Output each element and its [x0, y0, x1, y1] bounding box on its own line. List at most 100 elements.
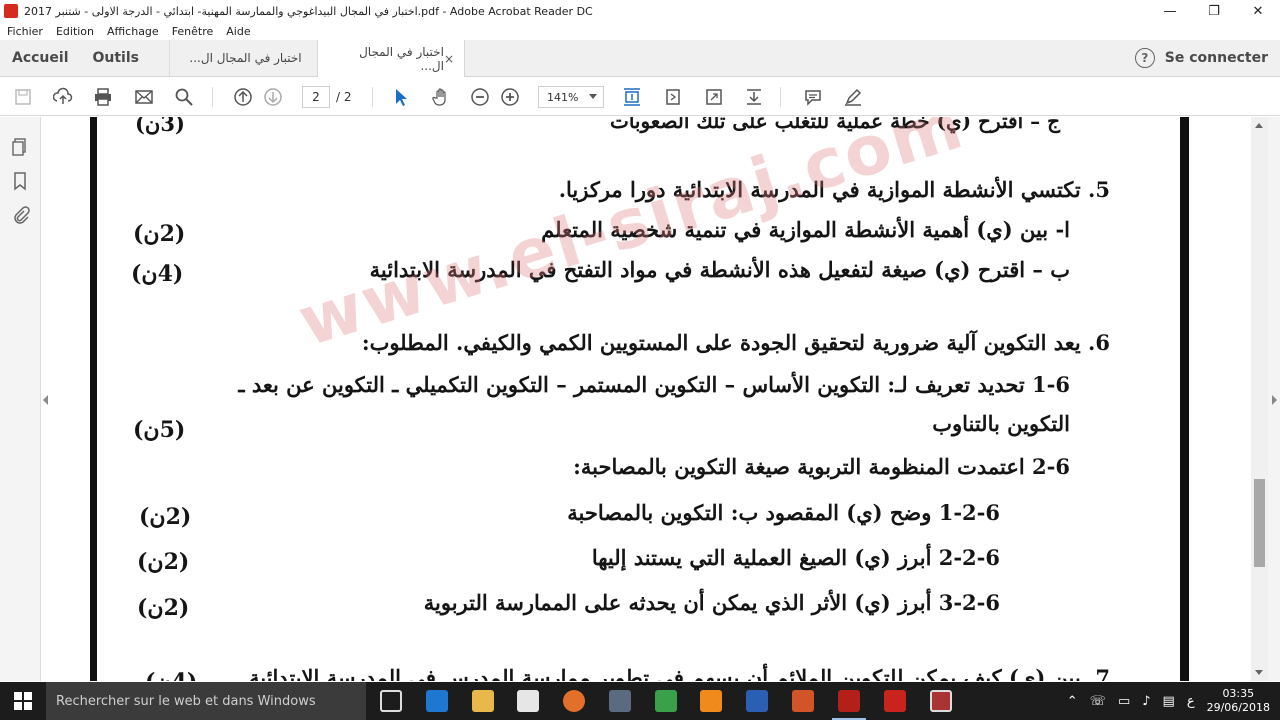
save-icon[interactable]	[12, 86, 34, 108]
file-explorer-icon[interactable]	[472, 690, 494, 712]
title-bar: اختبار في المجال البيداغوجي والممارسة ال…	[0, 0, 1280, 22]
network-icon[interactable]: ☏	[1090, 694, 1106, 709]
chevron-up-icon[interactable]: ⌃	[1067, 694, 1078, 709]
question-6-1-points: (5ن)	[133, 417, 186, 443]
word-icon[interactable]	[746, 690, 768, 712]
scroll-down-icon[interactable]	[1255, 670, 1263, 675]
zoom-out-icon[interactable]	[469, 86, 491, 108]
vertical-scrollbar[interactable]	[1251, 117, 1268, 681]
menu-fichier[interactable]: Fichier	[7, 25, 43, 38]
acrobat-icon-2[interactable]	[884, 690, 906, 712]
question-6-2-3-points: (2ن)	[137, 595, 190, 621]
hand-tool-icon[interactable]	[430, 86, 452, 108]
volume-icon[interactable]: ♪	[1142, 694, 1150, 709]
chevron-down-icon	[589, 94, 597, 99]
question-6-1-text: 1-6 تحديد تعريف لـ: التكوين الأساس – الت…	[238, 372, 1070, 397]
page-number-input[interactable]: 2	[302, 86, 330, 108]
help-icon[interactable]: ?	[1134, 48, 1155, 68]
highlight-pen-icon[interactable]	[842, 86, 864, 108]
tabs-bar: Accueil Outils اختبار في المجال ال... اخ…	[0, 40, 1280, 77]
document-tab[interactable]: اختبار في المجال ال...	[169, 40, 317, 76]
taskbar-search-input[interactable]: Rechercher sur le web et dans Windows	[46, 682, 366, 720]
question-7-points: (4ن)	[145, 669, 197, 681]
firefox-icon[interactable]	[563, 690, 585, 712]
rotate-page-icon[interactable]	[662, 86, 684, 108]
page-border-right	[1180, 117, 1189, 681]
question-6-2-3-text: 3-2-6 أبرز (ي) الأثر الذي يمكن أن يحدثه …	[423, 590, 1000, 615]
fit-page-icon[interactable]	[621, 86, 643, 108]
select-cursor-icon[interactable]	[390, 86, 412, 108]
document-tab-label: اختبار في المجال ال...	[189, 51, 302, 65]
restore-button[interactable]: ❐	[1192, 0, 1236, 22]
notifications-icon[interactable]: ▤	[1163, 694, 1175, 709]
start-button[interactable]	[0, 682, 46, 720]
tab-accueil[interactable]: Accueil	[0, 40, 81, 76]
vlc-icon[interactable]	[700, 690, 722, 712]
collapse-left-pane-icon[interactable]	[43, 395, 48, 405]
document-tab-active[interactable]: اختبار في المجال ال... ×	[317, 40, 465, 77]
task-view-icon[interactable]	[380, 690, 402, 712]
sign-in-button[interactable]: Se connecter	[1165, 50, 1268, 66]
bookmarks-icon[interactable]	[10, 171, 30, 191]
windows-logo-icon	[14, 692, 32, 710]
email-icon[interactable]	[133, 86, 155, 108]
question-6-2-1-text: 1-2-6 وضح (ي) المقصود ب: التكوين بالمصاح…	[567, 500, 1000, 525]
toolbar	[0, 78, 1280, 116]
page-total: / 2	[336, 90, 352, 104]
page-thumbnails-icon[interactable]	[10, 137, 30, 157]
clock-date: 29/06/2018	[1206, 701, 1270, 714]
system-tray: ⌃ ☏ ▭ ♪ ▤ ع 03:35 29/06/2018	[1061, 682, 1280, 720]
zoom-in-icon[interactable]	[499, 86, 521, 108]
window-title: اختبار في المجال البيداغوجي والممارسة ال…	[24, 4, 593, 18]
app-icon-green[interactable]	[655, 690, 677, 712]
attachments-icon[interactable]	[10, 205, 30, 225]
document-tab-label: اختبار في المجال ال...	[359, 44, 444, 73]
zoom-select[interactable]: 141%	[538, 86, 604, 108]
media-app-icon[interactable]	[930, 690, 952, 712]
full-screen-icon[interactable]	[703, 86, 725, 108]
menu-aide[interactable]: Aide	[226, 25, 250, 38]
question-5a-points: (2ن)	[133, 221, 186, 247]
question-6-2-2-points: (2ن)	[137, 549, 190, 575]
minimize-button[interactable]: —	[1148, 0, 1192, 22]
scroll-up-icon[interactable]	[1255, 123, 1263, 128]
menu-edition[interactable]: Edition	[56, 25, 94, 38]
search-icon[interactable]	[173, 86, 195, 108]
scroll-thumb[interactable]	[1254, 479, 1265, 567]
previous-page-icon[interactable]	[232, 86, 254, 108]
powerpoint-icon[interactable]	[792, 690, 814, 712]
upload-cloud-icon[interactable]	[52, 86, 74, 108]
battery-icon[interactable]: ▭	[1118, 694, 1130, 709]
menu-fenetre[interactable]: Fenêtre	[172, 25, 214, 38]
question-6-2-1-points: (2ن)	[139, 504, 192, 530]
question-6-2-2-text: 2-2-6 أبرز (ي) الصيغ العملية التي يستند …	[591, 545, 1000, 570]
next-page-icon[interactable]	[262, 86, 284, 108]
clock-time: 03:35	[1222, 687, 1255, 700]
app-icon[interactable]	[609, 690, 631, 712]
store-icon[interactable]	[517, 690, 539, 712]
comment-icon[interactable]	[802, 86, 824, 108]
question-6-2-text: 2-6 اعتمدت المنظومة التربوية صيغة التكوي…	[573, 454, 1070, 479]
question-6-1-text-cont: التكوين بالتناوب	[932, 411, 1070, 436]
page-border-left	[90, 117, 97, 681]
acrobat-icon	[4, 4, 18, 18]
close-tab-icon[interactable]: ×	[444, 52, 454, 66]
edge-browser-icon[interactable]	[426, 690, 448, 712]
acrobat-reader-icon[interactable]	[838, 690, 860, 712]
question-7-text: 7. بين (ي) كيف يمكن للتكوين الملائم أن ي…	[249, 665, 1110, 681]
question-5b-points: (4ن)	[131, 261, 184, 287]
expand-right-pane-icon[interactable]	[1272, 395, 1277, 405]
print-icon[interactable]	[92, 86, 114, 108]
document-view: ج – اقترح (ي) خطة عملية للتغلب على تلك ا…	[55, 117, 1250, 681]
close-button[interactable]: ✕	[1236, 0, 1280, 22]
question-6-text: 6. يعد التكوين آلية ضرورية لتحقيق الجودة…	[361, 330, 1110, 355]
scroll-mode-icon[interactable]	[743, 86, 765, 108]
menu-bar: Fichier Edition Affichage Fenêtre Aide	[0, 22, 1280, 40]
navigation-pane	[0, 117, 41, 681]
menu-affichage[interactable]: Affichage	[107, 25, 159, 38]
clock[interactable]: 03:35 29/06/2018	[1207, 687, 1270, 715]
question-4c-points: (3ن)	[135, 117, 185, 136]
tab-outils[interactable]: Outils	[81, 40, 170, 76]
taskbar: Rechercher sur le web et dans Windows ⌃ …	[0, 682, 1280, 720]
language-indicator[interactable]: ع	[1187, 694, 1195, 709]
